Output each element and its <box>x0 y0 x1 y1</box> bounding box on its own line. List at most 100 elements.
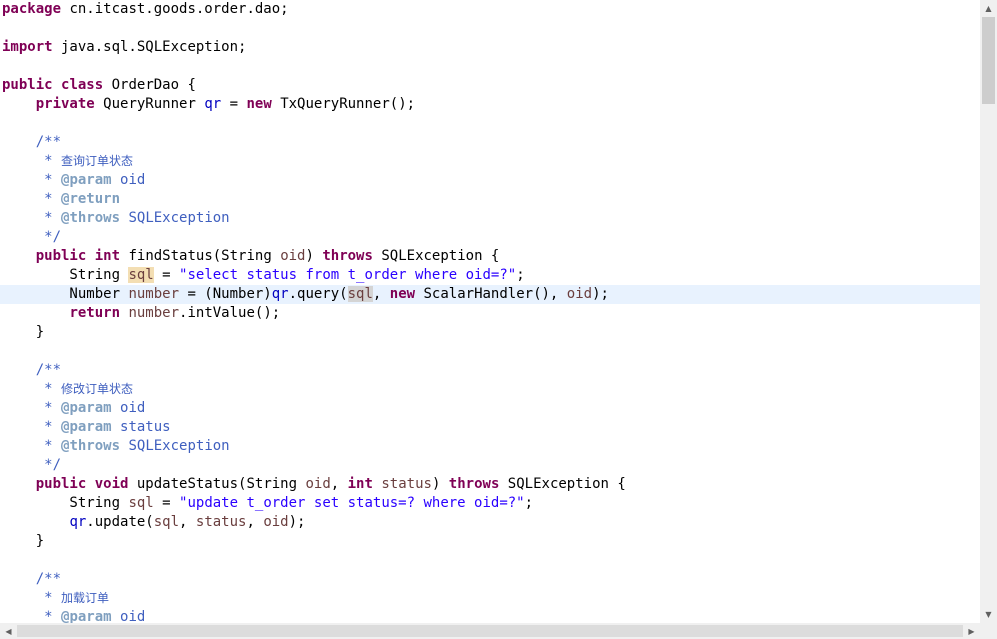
code-line[interactable]: package cn.itcast.goods.order.dao; <box>2 0 980 19</box>
code-token: , <box>246 514 264 530</box>
scroll-right-icon[interactable]: ▶ <box>963 623 980 639</box>
code-token: */ <box>2 229 62 245</box>
code-token: QueryRunner <box>94 96 205 112</box>
code-line[interactable]: import java.sql.SQLException; <box>2 38 980 57</box>
code-line[interactable] <box>2 114 980 133</box>
code-line[interactable]: public void updateStatus(String oid, int… <box>2 475 980 494</box>
code-line[interactable] <box>2 57 980 76</box>
code-line[interactable] <box>2 342 980 361</box>
code-line[interactable]: * @param oid <box>2 608 980 623</box>
code-line[interactable]: String sql = "update t_order set status=… <box>2 494 980 513</box>
code-token: qr <box>69 514 87 530</box>
code-token: return <box>69 305 121 321</box>
code-token: java.sql.SQLException; <box>52 39 247 55</box>
code-line[interactable]: /** <box>2 133 980 152</box>
code-token: oid <box>111 400 146 416</box>
code-line[interactable]: public class OrderDao { <box>2 76 980 95</box>
code-token: ; <box>524 495 534 511</box>
scroll-up-icon[interactable]: ▲ <box>980 0 997 17</box>
code-line[interactable]: private QueryRunner qr = new TxQueryRunn… <box>2 95 980 114</box>
code-line[interactable]: } <box>2 323 980 342</box>
code-token: /** <box>2 134 62 150</box>
code-line[interactable]: * @throws SQLException <box>2 209 980 228</box>
code-token: public <box>2 77 53 93</box>
code-token: 查询订单状态 <box>61 154 134 168</box>
code-token: ); <box>288 514 306 530</box>
code-token: SQLException <box>120 438 230 454</box>
code-line[interactable]: * @param oid <box>2 399 980 418</box>
code-line[interactable]: return number.intValue(); <box>2 304 980 323</box>
code-token: @throws <box>61 210 121 226</box>
code-token: OrderDao { <box>103 77 196 93</box>
code-token: "update t_order set status=? where oid=?… <box>179 495 525 511</box>
code-token: import <box>2 39 53 55</box>
horizontal-scroll-thumb[interactable] <box>17 625 963 637</box>
code-line[interactable] <box>2 551 980 570</box>
code-token: status <box>195 514 247 530</box>
code-token: ) <box>431 476 449 492</box>
code-line[interactable]: /** <box>2 361 980 380</box>
code-token: } <box>2 533 45 549</box>
code-token: * <box>2 172 62 188</box>
code-line[interactable]: */ <box>2 456 980 475</box>
code-token: private <box>35 96 95 112</box>
scroll-down-icon[interactable]: ▼ <box>980 606 997 623</box>
vertical-scroll-thumb[interactable] <box>982 17 995 104</box>
code-token: 修改订单状态 <box>61 382 134 396</box>
code-line[interactable]: } <box>2 532 980 551</box>
code-token: , <box>330 476 348 492</box>
vertical-scrollbar[interactable]: ▲ ▼ <box>980 0 997 623</box>
code-token: cn.itcast.goods.order.dao; <box>61 1 289 17</box>
code-token: oid <box>111 172 146 188</box>
code-line[interactable]: * 查询订单状态 <box>2 152 980 171</box>
code-token: * <box>2 191 62 207</box>
horizontal-scrollbar[interactable]: ◀ ▶ <box>0 623 980 639</box>
code-line[interactable]: * 修改订单状态 <box>2 380 980 399</box>
code-token: * <box>2 153 62 169</box>
code-token: oid <box>280 248 306 264</box>
code-token: void <box>94 476 129 492</box>
code-token: qr <box>271 286 289 302</box>
code-token: throws <box>448 476 500 492</box>
code-token: updateStatus(String <box>128 476 306 492</box>
code-line[interactable]: * @param oid <box>2 171 980 190</box>
code-token: sql <box>128 267 154 283</box>
code-token: ; <box>516 267 525 283</box>
code-line[interactable]: * 加载订单 <box>2 589 980 608</box>
code-token: /** <box>2 571 62 587</box>
code-token: TxQueryRunner(); <box>271 96 416 112</box>
code-line[interactable]: public int findStatus(String oid) throws… <box>2 247 980 266</box>
code-token: @param <box>61 172 112 188</box>
code-token: status <box>111 419 171 435</box>
current-code-line[interactable]: Number number = (Number)qr.query(sql, ne… <box>0 285 980 304</box>
code-token: status <box>381 476 432 492</box>
code-token: * <box>2 400 62 416</box>
code-token: * <box>2 438 62 454</box>
code-token: @return <box>61 191 121 207</box>
code-token: * <box>2 419 62 435</box>
code-line[interactable]: qr.update(sql, status, oid); <box>2 513 980 532</box>
code-token: oid <box>566 286 593 302</box>
code-line[interactable]: * @return <box>2 190 980 209</box>
code-token: SQLException { <box>499 476 626 492</box>
code-token: @param <box>61 400 112 416</box>
code-line[interactable]: * @param status <box>2 418 980 437</box>
code-line[interactable] <box>2 19 980 38</box>
code-token: number <box>128 286 180 302</box>
code-line[interactable]: * @throws SQLException <box>2 437 980 456</box>
code-token: oid <box>305 476 331 492</box>
code-lines: package cn.itcast.goods.order.dao; import… <box>0 0 980 623</box>
code-editor[interactable]: package cn.itcast.goods.order.dao; import… <box>0 0 980 623</box>
code-token: , <box>372 286 390 302</box>
code-line[interactable]: */ <box>2 228 980 247</box>
code-line[interactable]: String sql = "select status from t_order… <box>2 266 980 285</box>
code-token: * <box>2 590 62 606</box>
code-token: SQLException { <box>372 248 500 264</box>
scroll-left-icon[interactable]: ◀ <box>0 623 17 639</box>
code-line[interactable]: /** <box>2 570 980 589</box>
